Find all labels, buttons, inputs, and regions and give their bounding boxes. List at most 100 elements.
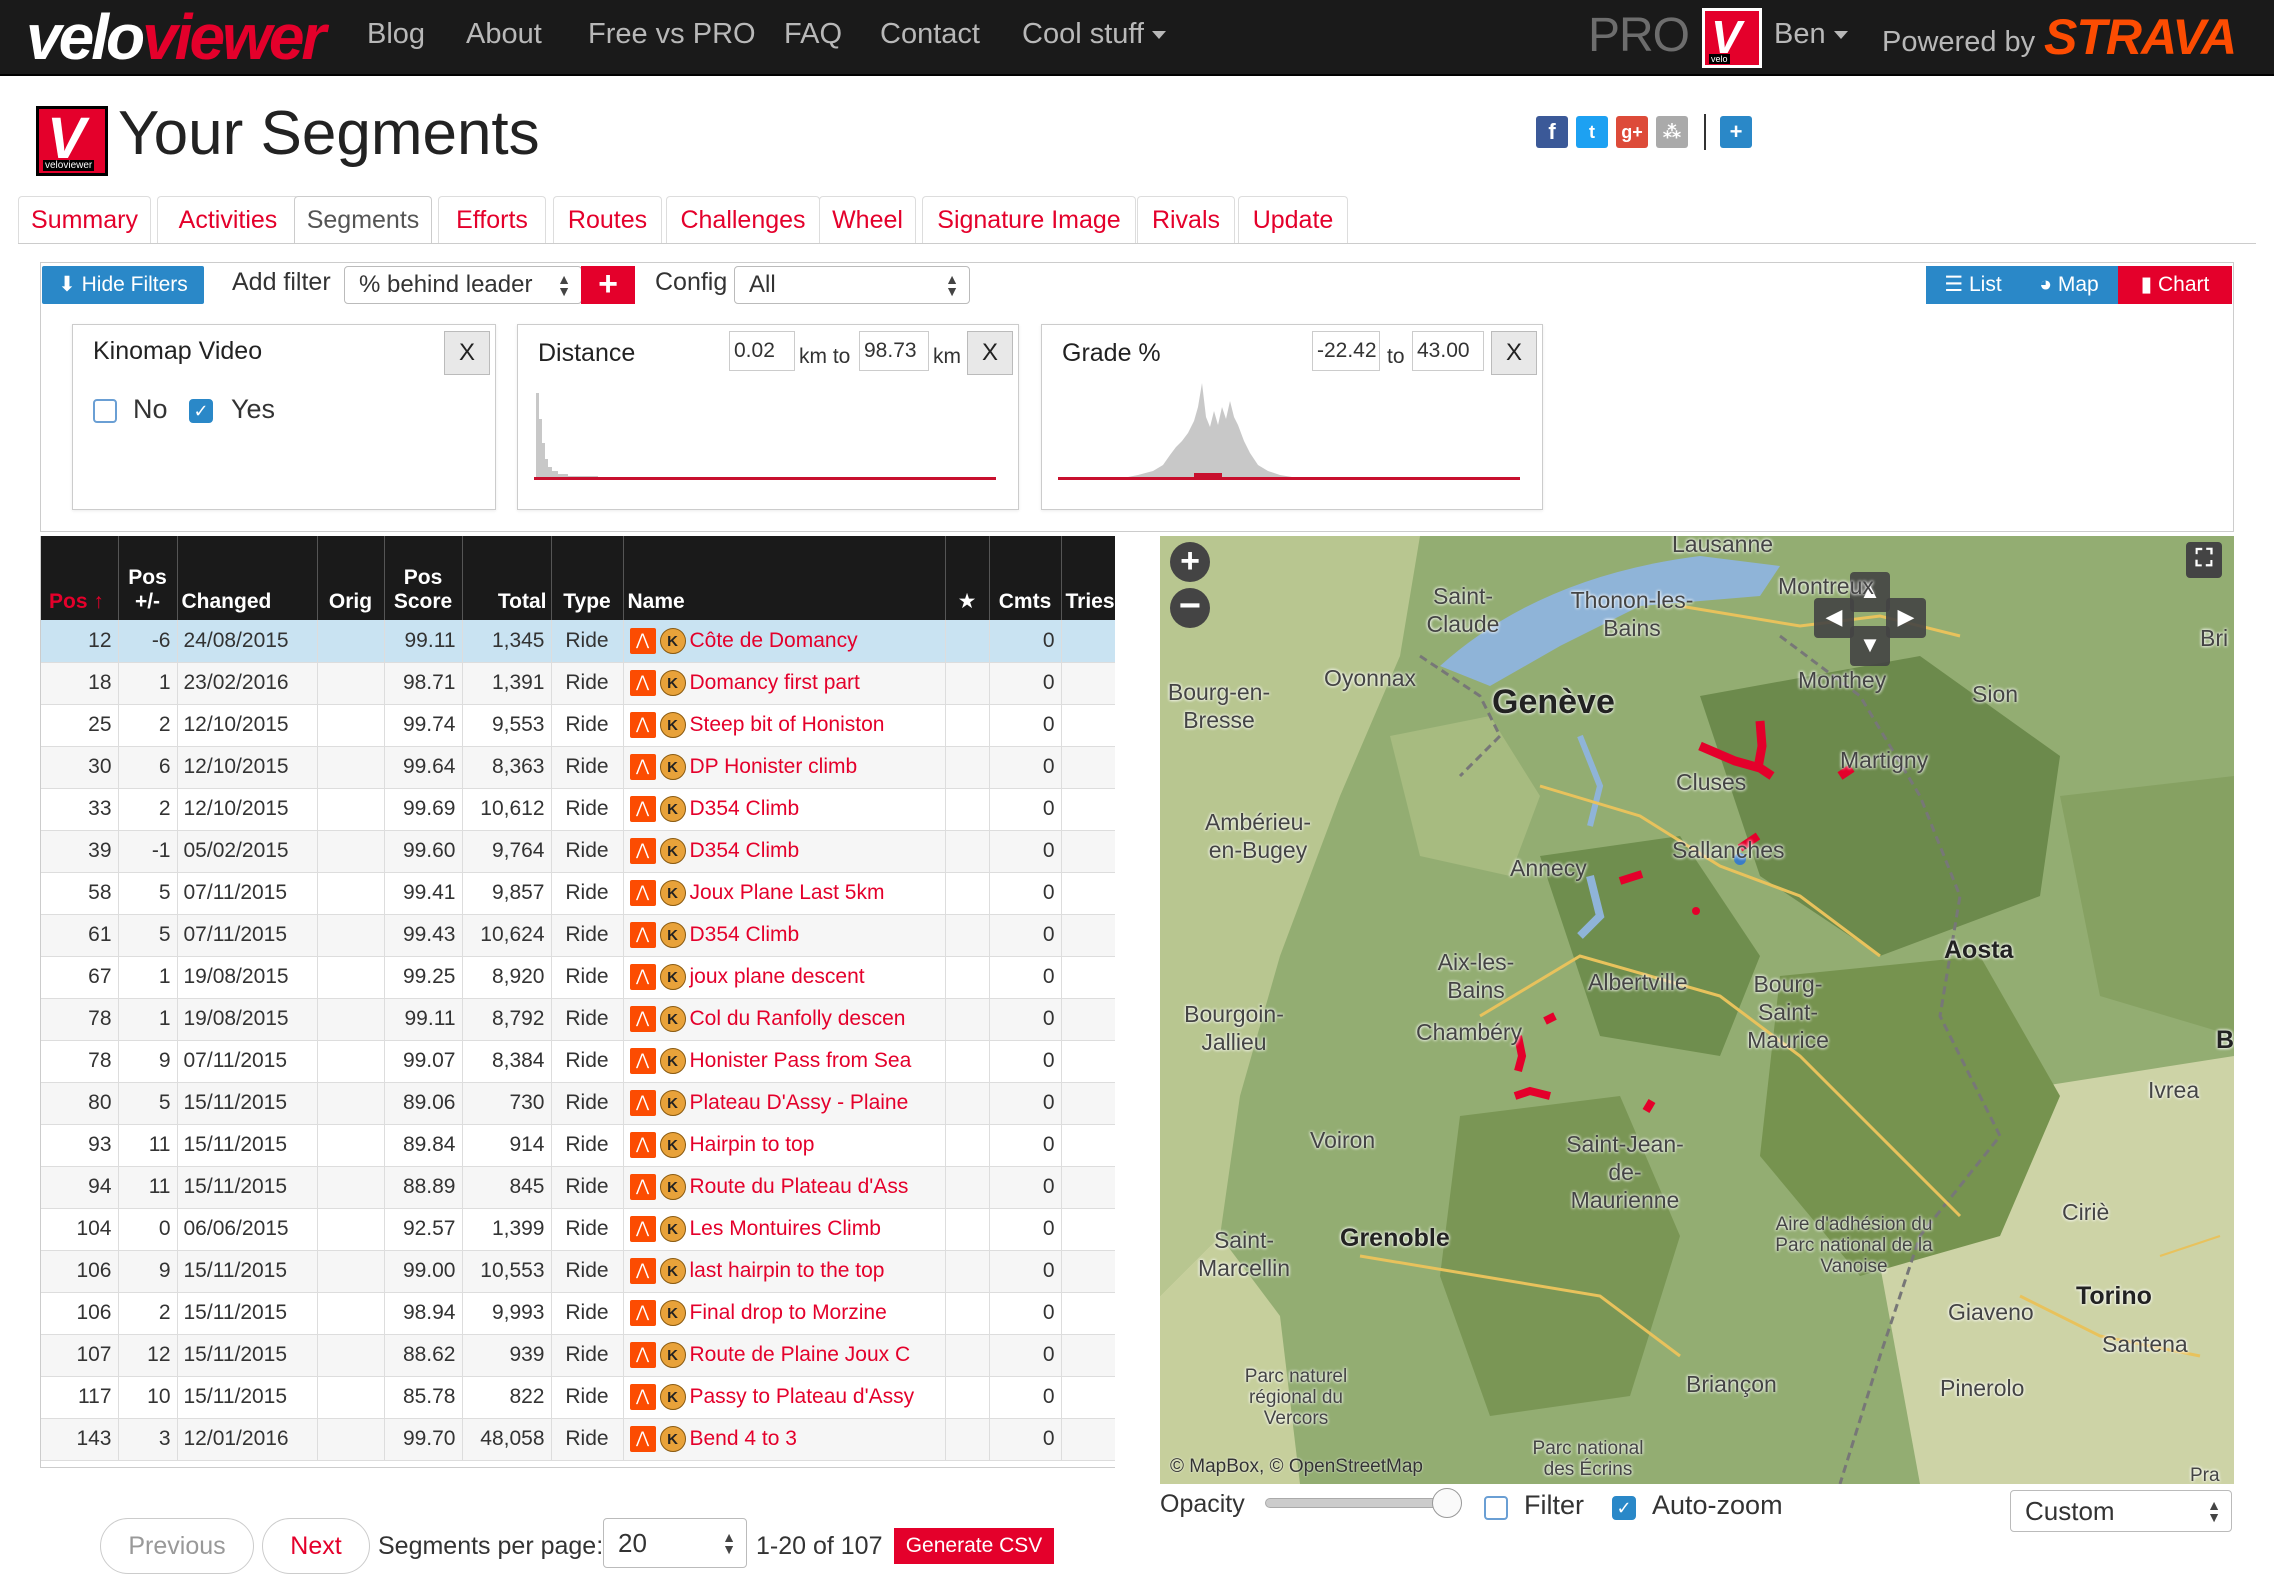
segment-link[interactable]: last hairpin to the top — [690, 1259, 885, 1282]
table-row[interactable]: 58 5 07/11/2015 99.41 9,857 Ride ⋀ K Joux Plane … — [41, 872, 1115, 915]
distance-max-input[interactable]: 98.73 — [859, 331, 929, 371]
table-row[interactable]: 107 12 15/11/2015 88.62 939 Ride ⋀ K Route de Pl… — [41, 1334, 1115, 1377]
nav-link-about[interactable]: About — [466, 18, 542, 51]
table-row[interactable]: 106 9 15/11/2015 99.00 10,553 Ride ⋀ Klast hair… — [41, 1250, 1115, 1293]
add-icon[interactable]: + — [1720, 116, 1752, 148]
grade-min-input[interactable]: -22.42 — [1312, 331, 1380, 371]
cell-star[interactable] — [945, 1376, 990, 1419]
per-page-select[interactable]: 20 ▲ ▼ — [603, 1518, 747, 1568]
hide-filters-button[interactable]: ⬇ Hide Filters — [42, 266, 204, 304]
table-row[interactable]: 30 6 12/10/2015 99.64 8,363 Ride ⋀ K DP Honister… — [41, 746, 1115, 789]
fullscreen-icon[interactable]: ⛶ — [2186, 542, 2222, 578]
kinomap-icon[interactable]: K — [659, 1342, 686, 1368]
tab-challenges[interactable]: Challenges — [666, 196, 820, 244]
table-row[interactable]: 117 10 15/11/2015 85.78 822 Ride ⋀ K Passy to Pl… — [41, 1376, 1115, 1419]
veloviewer-logo[interactable]: veloviewer — [26, 4, 326, 70]
cell-star[interactable] — [945, 1124, 990, 1167]
cell-star[interactable] — [945, 956, 990, 999]
pan-right-icon[interactable]: ▶ — [1886, 598, 1926, 638]
segment-link[interactable]: Steep bit of Honiston — [690, 713, 885, 736]
segment-link[interactable]: Bend 4 to 3 — [690, 1427, 797, 1450]
kinomap-icon[interactable]: K — [659, 1048, 686, 1074]
cell-star[interactable] — [945, 620, 990, 663]
opacity-slider-handle[interactable] — [1432, 1488, 1462, 1518]
column-header-type[interactable]: Type — [551, 536, 624, 620]
strava-segment-icon[interactable]: ⋀ — [629, 712, 656, 738]
column-header-pos-score[interactable]: Pos Score — [384, 536, 463, 620]
map-attribution[interactable]: © MapBox, © OpenStreetMap — [1170, 1456, 1423, 1478]
cell-star[interactable] — [945, 662, 990, 705]
kinomap-icon[interactable]: K — [659, 1426, 686, 1452]
kinomap-icon[interactable]: K — [659, 1006, 686, 1032]
grade-max-input[interactable]: 43.00 — [1412, 331, 1484, 371]
segment-link[interactable]: joux plane descent — [690, 965, 865, 988]
table-row[interactable]: 93 11 15/11/2015 89.84 914 Ride ⋀ K Hairpin to t… — [41, 1124, 1115, 1167]
nav-link-blog[interactable]: Blog — [367, 18, 425, 51]
kinomap-no-checkbox[interactable] — [93, 399, 117, 423]
strava-segment-icon[interactable]: ⋀ — [629, 1300, 656, 1326]
table-row[interactable]: 78 1 19/08/2015 99.11 8,792 Ride ⋀ K Col du Ranf… — [41, 998, 1115, 1041]
auto-zoom-checkbox[interactable]: ✓ — [1612, 1496, 1636, 1520]
cell-star[interactable] — [945, 1040, 990, 1083]
kinomap-icon[interactable]: K — [659, 1300, 686, 1326]
tab-segments[interactable]: Segments — [294, 196, 432, 244]
segment-link[interactable]: D354 Climb — [690, 923, 800, 946]
segment-link[interactable]: Domancy first part — [690, 671, 860, 694]
cell-star[interactable] — [945, 704, 990, 747]
strava-segment-icon[interactable]: ⋀ — [629, 1048, 656, 1074]
tab-summary[interactable]: Summary — [18, 196, 151, 244]
cell-star[interactable] — [945, 830, 990, 873]
view-list-button[interactable]: ☰ List — [1926, 266, 2020, 304]
distance-histogram[interactable] — [534, 381, 1004, 491]
segment-link[interactable]: Les Montuires Climb — [690, 1217, 881, 1240]
segment-link[interactable]: Final drop to Morzine — [690, 1301, 887, 1324]
generate-csv-button[interactable]: Generate CSV — [894, 1528, 1054, 1564]
kinomap-icon[interactable]: K — [659, 880, 686, 906]
table-row[interactable]: 39 -1 05/02/2015 99.60 9,764 Ride ⋀ K D354 Climb… — [41, 830, 1115, 873]
strava-segment-icon[interactable]: ⋀ — [629, 1132, 656, 1158]
cell-star[interactable] — [945, 1208, 990, 1251]
kinomap-icon[interactable]: K — [659, 670, 686, 696]
segments-map[interactable]: + − ▲ ◀ ▶ ▼ ⛶ Lausanne Montreux Saint-Cl… — [1160, 536, 2234, 1484]
column-header-cmts[interactable]: Cmts — [989, 536, 1062, 620]
strava-segment-icon[interactable]: ⋀ — [629, 627, 656, 654]
config-select[interactable]: All ▲ ▼ — [734, 266, 970, 304]
tab-update[interactable]: Update — [1238, 196, 1348, 244]
segment-link[interactable]: Hairpin to top — [690, 1133, 815, 1156]
view-map-button[interactable]: ◕ Map — [2020, 266, 2118, 304]
table-row[interactable]: 80 5 15/11/2015 89.06 730 Ride ⋀ K Plateau D'Ass… — [41, 1082, 1115, 1125]
kinomap-icon[interactable]: K — [659, 922, 686, 948]
segment-link[interactable]: Joux Plane Last 5km — [690, 881, 885, 904]
kinomap-icon[interactable]: K — [659, 712, 686, 738]
kinomap-yes-checkbox[interactable]: ✓ — [189, 399, 213, 423]
column-header-star[interactable]: ★ — [945, 536, 990, 620]
map-style-select[interactable]: Custom ▲ ▼ — [2010, 1490, 2232, 1532]
kinomap-icon[interactable]: K — [659, 1384, 686, 1410]
tab-rivals[interactable]: Rivals — [1137, 196, 1235, 244]
segment-link[interactable]: DP Honister climb — [690, 755, 858, 778]
column-header-tries[interactable]: Tries — [1061, 536, 1115, 620]
table-row[interactable]: 12 -6 24/08/2015 99.11 1,345 Ride ⋀ K Côte de Do… — [41, 620, 1115, 663]
strava-segment-icon[interactable]: ⋀ — [629, 922, 656, 948]
table-row[interactable]: 104 0 06/06/2015 92.57 1,399 Ride ⋀ K Les Montui… — [41, 1208, 1115, 1251]
nav-link-faq[interactable]: FAQ — [784, 18, 842, 51]
strava-segment-icon[interactable]: ⋀ — [629, 880, 656, 906]
pan-left-icon[interactable]: ◀ — [1814, 598, 1854, 638]
previous-page-button[interactable]: Previous — [100, 1518, 254, 1574]
google-plus-icon[interactable]: g+ — [1616, 116, 1648, 148]
cell-star[interactable] — [945, 788, 990, 831]
kinomap-icon[interactable]: K — [659, 627, 686, 654]
nav-link-cool-stuff[interactable]: Cool stuff — [1022, 18, 1166, 51]
table-row[interactable]: 61 5 07/11/2015 99.43 10,624 Ride ⋀ K D354 Climb… — [41, 914, 1115, 957]
facebook-icon[interactable]: f — [1536, 116, 1568, 148]
segment-link[interactable]: Plateau D'Assy - Plaine — [690, 1091, 909, 1114]
twitter-icon[interactable]: t — [1576, 116, 1608, 148]
cell-star[interactable] — [945, 746, 990, 789]
opacity-slider-track[interactable] — [1265, 1498, 1451, 1508]
grade-histogram[interactable] — [1058, 381, 1528, 491]
remove-kinomap-filter-button[interactable]: X — [444, 331, 490, 375]
strava-segment-icon[interactable]: ⋀ — [629, 964, 656, 990]
kinomap-icon[interactable]: K — [659, 964, 686, 990]
cell-star[interactable] — [945, 1250, 990, 1293]
zoom-in-button[interactable]: + — [1170, 542, 1210, 582]
